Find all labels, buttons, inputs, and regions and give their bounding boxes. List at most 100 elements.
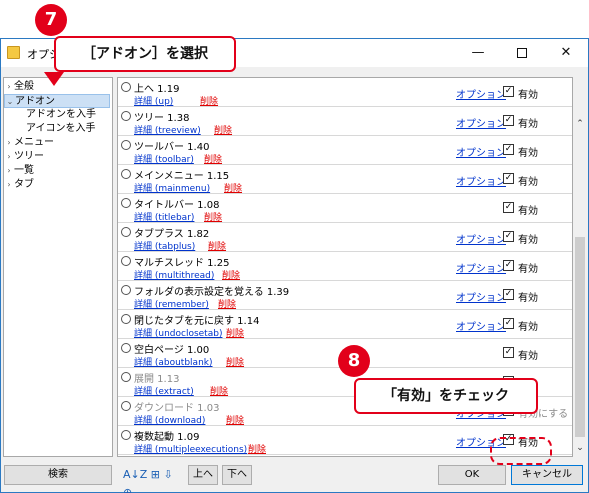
select-radio[interactable] bbox=[121, 256, 131, 266]
tree-item[interactable]: アドオンを入手 bbox=[16, 108, 96, 122]
expand-arrow-icon: › bbox=[7, 166, 11, 175]
addon-delete-link[interactable]: 削除 bbox=[204, 152, 222, 165]
addon-delete-link[interactable]: 削除 bbox=[226, 326, 244, 339]
scroll-down-arrow-icon[interactable]: ⌄ bbox=[573, 441, 587, 455]
addon-detail-link[interactable]: 詳細 (titlebar) bbox=[134, 210, 194, 223]
tree-item[interactable]: ⌄ アドオン bbox=[4, 94, 110, 108]
addon-options-link[interactable]: オプション bbox=[456, 231, 506, 246]
addon-row: マルチスレッド 1.25 詳細 (multithread) 削除 オプション ✓ 有効 bbox=[118, 252, 572, 281]
addon-delete-link[interactable]: 削除 bbox=[214, 123, 232, 136]
select-radio[interactable] bbox=[121, 111, 131, 121]
scroll-thumb[interactable] bbox=[575, 237, 585, 437]
select-radio[interactable] bbox=[121, 372, 131, 382]
ok-button[interactable]: OK bbox=[438, 465, 506, 485]
sort-tools-icons[interactable]: A↓Z ⊞ ⇩ ⊕ bbox=[123, 466, 185, 493]
addon-delete-link[interactable]: 削除 bbox=[248, 442, 266, 455]
addon-detail-link[interactable]: 詳細 (download) bbox=[134, 413, 205, 426]
close-button[interactable]: ✕ bbox=[544, 39, 588, 67]
enabled-label: 有効 bbox=[518, 235, 538, 246]
addon-options-link[interactable]: オプション bbox=[456, 173, 506, 188]
maximize-button[interactable] bbox=[500, 39, 544, 67]
tree-item[interactable]: › タブ bbox=[4, 178, 34, 192]
search-button[interactable]: 検索 bbox=[4, 465, 112, 485]
select-radio[interactable] bbox=[121, 82, 131, 92]
addon-delete-link[interactable]: 削除 bbox=[226, 413, 244, 426]
select-radio[interactable] bbox=[121, 430, 131, 440]
addon-name: ツールバー 1.40 bbox=[134, 142, 210, 153]
cancel-button[interactable]: キャンセル bbox=[511, 465, 583, 485]
enabled-checkbox[interactable]: ✓ bbox=[503, 202, 514, 213]
callout-step-8: 「有効」をチェック bbox=[354, 378, 538, 414]
addon-row: タイトルバー 1.08 詳細 (titlebar) 削除 ✓ 有効 bbox=[118, 194, 572, 223]
tree-item-label: ツリー bbox=[14, 151, 44, 162]
addon-detail-link[interactable]: 詳細 (tabplus) bbox=[134, 239, 195, 252]
addon-delete-link[interactable]: 削除 bbox=[226, 355, 244, 368]
tree-item[interactable]: › 全般 bbox=[4, 80, 34, 94]
addon-delete-link[interactable]: 削除 bbox=[204, 210, 222, 223]
addon-detail-link[interactable]: 詳細 (remember) bbox=[134, 297, 209, 310]
tree-item[interactable]: アイコンを入手 bbox=[16, 122, 96, 136]
enabled-label: 有効 bbox=[518, 119, 538, 130]
vertical-scrollbar[interactable]: ⌃ ⌄ bbox=[573, 77, 587, 457]
tree-item[interactable]: › ツリー bbox=[4, 150, 44, 164]
addon-options-link[interactable]: オプション bbox=[456, 86, 506, 101]
enabled-label: 有効 bbox=[518, 206, 538, 217]
move-up-button[interactable]: 上へ bbox=[188, 465, 218, 485]
enabled-checkbox[interactable]: ✓ bbox=[503, 86, 514, 97]
select-radio[interactable] bbox=[121, 285, 131, 295]
tree-item-label: 全般 bbox=[14, 81, 34, 92]
tree-item[interactable]: › メニュー bbox=[4, 136, 54, 150]
addon-row: ツリー 1.38 詳細 (treeview) 削除 オプション ✓ 有効 bbox=[118, 107, 572, 136]
expand-arrow-icon: › bbox=[7, 82, 11, 91]
addon-detail-link[interactable]: 詳細 (up) bbox=[134, 94, 173, 107]
enabled-checkbox[interactable]: ✓ bbox=[503, 173, 514, 184]
move-down-button[interactable]: 下へ bbox=[222, 465, 252, 485]
addon-name: 展開 1.13 bbox=[134, 374, 180, 385]
addon-detail-link[interactable]: 詳細 (mainmenu) bbox=[134, 181, 210, 194]
addon-name: 閉じたタブを元に戻す 1.14 bbox=[134, 316, 260, 327]
addon-options-link[interactable]: オプション bbox=[456, 318, 506, 333]
tree-item-label: アドオン bbox=[15, 96, 55, 107]
minimize-button[interactable]: — bbox=[456, 39, 500, 67]
tree-item[interactable]: › 一覧 bbox=[4, 164, 34, 178]
addon-delete-link[interactable]: 削除 bbox=[222, 268, 240, 281]
select-radio[interactable] bbox=[121, 198, 131, 208]
addon-detail-link[interactable]: 詳細 (toolbar) bbox=[134, 152, 194, 165]
enabled-checkbox[interactable]: ✓ bbox=[503, 347, 514, 358]
tree-item-label: アイコンを入手 bbox=[26, 123, 96, 134]
enabled-checkbox[interactable]: ✓ bbox=[503, 115, 514, 126]
addon-detail-link[interactable]: 詳細 (treeview) bbox=[134, 123, 201, 136]
addon-detail-link[interactable]: 詳細 (aboutblank) bbox=[134, 355, 213, 368]
enabled-checkbox[interactable]: ✓ bbox=[503, 318, 514, 329]
enabled-checkbox[interactable]: ✓ bbox=[503, 231, 514, 242]
addon-delete-link[interactable]: 削除 bbox=[210, 384, 228, 397]
addon-options-link[interactable]: オプション bbox=[456, 115, 506, 130]
addon-delete-link[interactable]: 削除 bbox=[208, 239, 226, 252]
select-radio[interactable] bbox=[121, 227, 131, 237]
addon-row: ツールバー 1.40 詳細 (toolbar) 削除 オプション ✓ 有効 bbox=[118, 136, 572, 165]
folder-icon bbox=[7, 46, 20, 59]
addon-detail-link[interactable]: 詳細 (extract) bbox=[134, 384, 194, 397]
addon-delete-link[interactable]: 削除 bbox=[200, 94, 218, 107]
addon-options-link[interactable]: オプション bbox=[456, 289, 506, 304]
addon-options-link[interactable]: オプション bbox=[456, 144, 506, 159]
select-radio[interactable] bbox=[121, 140, 131, 150]
addon-delete-link[interactable]: 削除 bbox=[224, 181, 242, 194]
addon-detail-link[interactable]: 詳細 (multipleexecutions) bbox=[134, 442, 247, 455]
select-radio[interactable] bbox=[121, 401, 131, 411]
select-radio[interactable] bbox=[121, 314, 131, 324]
scroll-up-arrow-icon[interactable]: ⌃ bbox=[573, 117, 587, 131]
select-radio[interactable] bbox=[121, 169, 131, 179]
addon-options-link[interactable]: オプション bbox=[456, 260, 506, 275]
step-8-badge: 8 bbox=[338, 345, 370, 377]
addon-name: 空白ページ 1.00 bbox=[134, 345, 210, 356]
tree-item-label: 一覧 bbox=[14, 165, 34, 176]
addon-delete-link[interactable]: 削除 bbox=[218, 297, 236, 310]
addon-detail-link[interactable]: 詳細 (undoclosetab) bbox=[134, 326, 222, 339]
select-radio[interactable] bbox=[121, 343, 131, 353]
enabled-checkbox[interactable]: ✓ bbox=[503, 289, 514, 300]
enabled-checkbox[interactable]: ✓ bbox=[503, 260, 514, 271]
addon-detail-link[interactable]: 詳細 (multithread) bbox=[134, 268, 214, 281]
enabled-checkbox[interactable]: ✓ bbox=[503, 144, 514, 155]
addon-row: メインメニュー 1.15 詳細 (mainmenu) 削除 オプション ✓ 有効 bbox=[118, 165, 572, 194]
